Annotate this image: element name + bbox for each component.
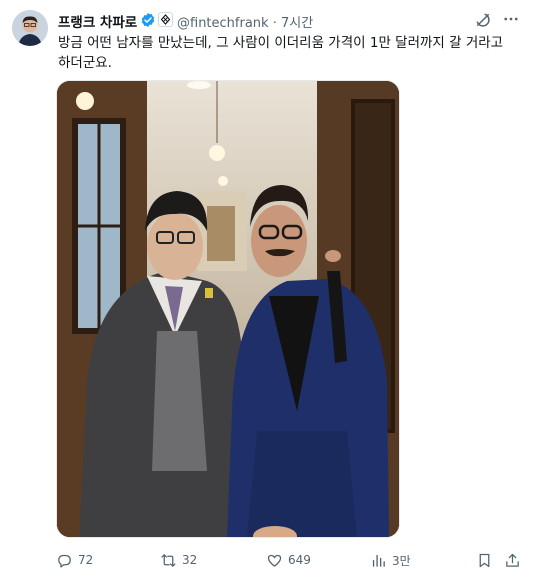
grok-icon[interactable] xyxy=(474,11,492,29)
share-icon xyxy=(506,553,519,567)
author-display-name[interactable]: 프랭크 차파로 xyxy=(58,11,137,31)
repost-button[interactable]: 32 xyxy=(160,548,197,572)
bookmark-button[interactable] xyxy=(476,548,498,572)
tweet-photo[interactable] xyxy=(56,80,400,538)
tweet-actions: 72 32 649 3만 xyxy=(56,548,524,572)
reply-count: 72 xyxy=(78,553,94,567)
author-handle-time: @fintechfrank · 7시간 xyxy=(177,12,313,31)
tweet-header: 프랭크 차파로 @fintechfrank · 7시간 xyxy=(58,9,522,31)
repost-icon xyxy=(161,553,176,567)
reply-icon xyxy=(58,554,71,568)
tweet-text: 방금 어떤 남자를 만났는데, 그 사람이 이더리움 가격이 1만 달러까지 갈… xyxy=(58,35,504,71)
repost-count: 32 xyxy=(182,553,198,567)
more-icon[interactable] xyxy=(502,10,520,28)
views-count: 3만 xyxy=(392,553,411,568)
views-icon xyxy=(372,554,385,567)
affiliate-org-icon[interactable] xyxy=(158,12,173,27)
author-avatar[interactable] xyxy=(12,10,48,46)
time-separator: · xyxy=(272,16,277,31)
verified-badge-icon xyxy=(141,13,155,27)
bookmark-icon xyxy=(479,553,490,567)
photo-image xyxy=(57,81,399,537)
share-button[interactable] xyxy=(504,548,526,572)
views-button[interactable]: 3만 xyxy=(370,548,411,572)
avatar-image xyxy=(12,10,48,46)
like-count: 649 xyxy=(288,553,311,567)
reply-button[interactable]: 72 xyxy=(56,548,93,572)
like-button[interactable]: 649 xyxy=(266,548,311,572)
post-time[interactable]: 7시간 xyxy=(281,16,313,31)
author-handle[interactable]: @fintechfrank xyxy=(177,16,269,31)
like-icon xyxy=(267,554,282,567)
